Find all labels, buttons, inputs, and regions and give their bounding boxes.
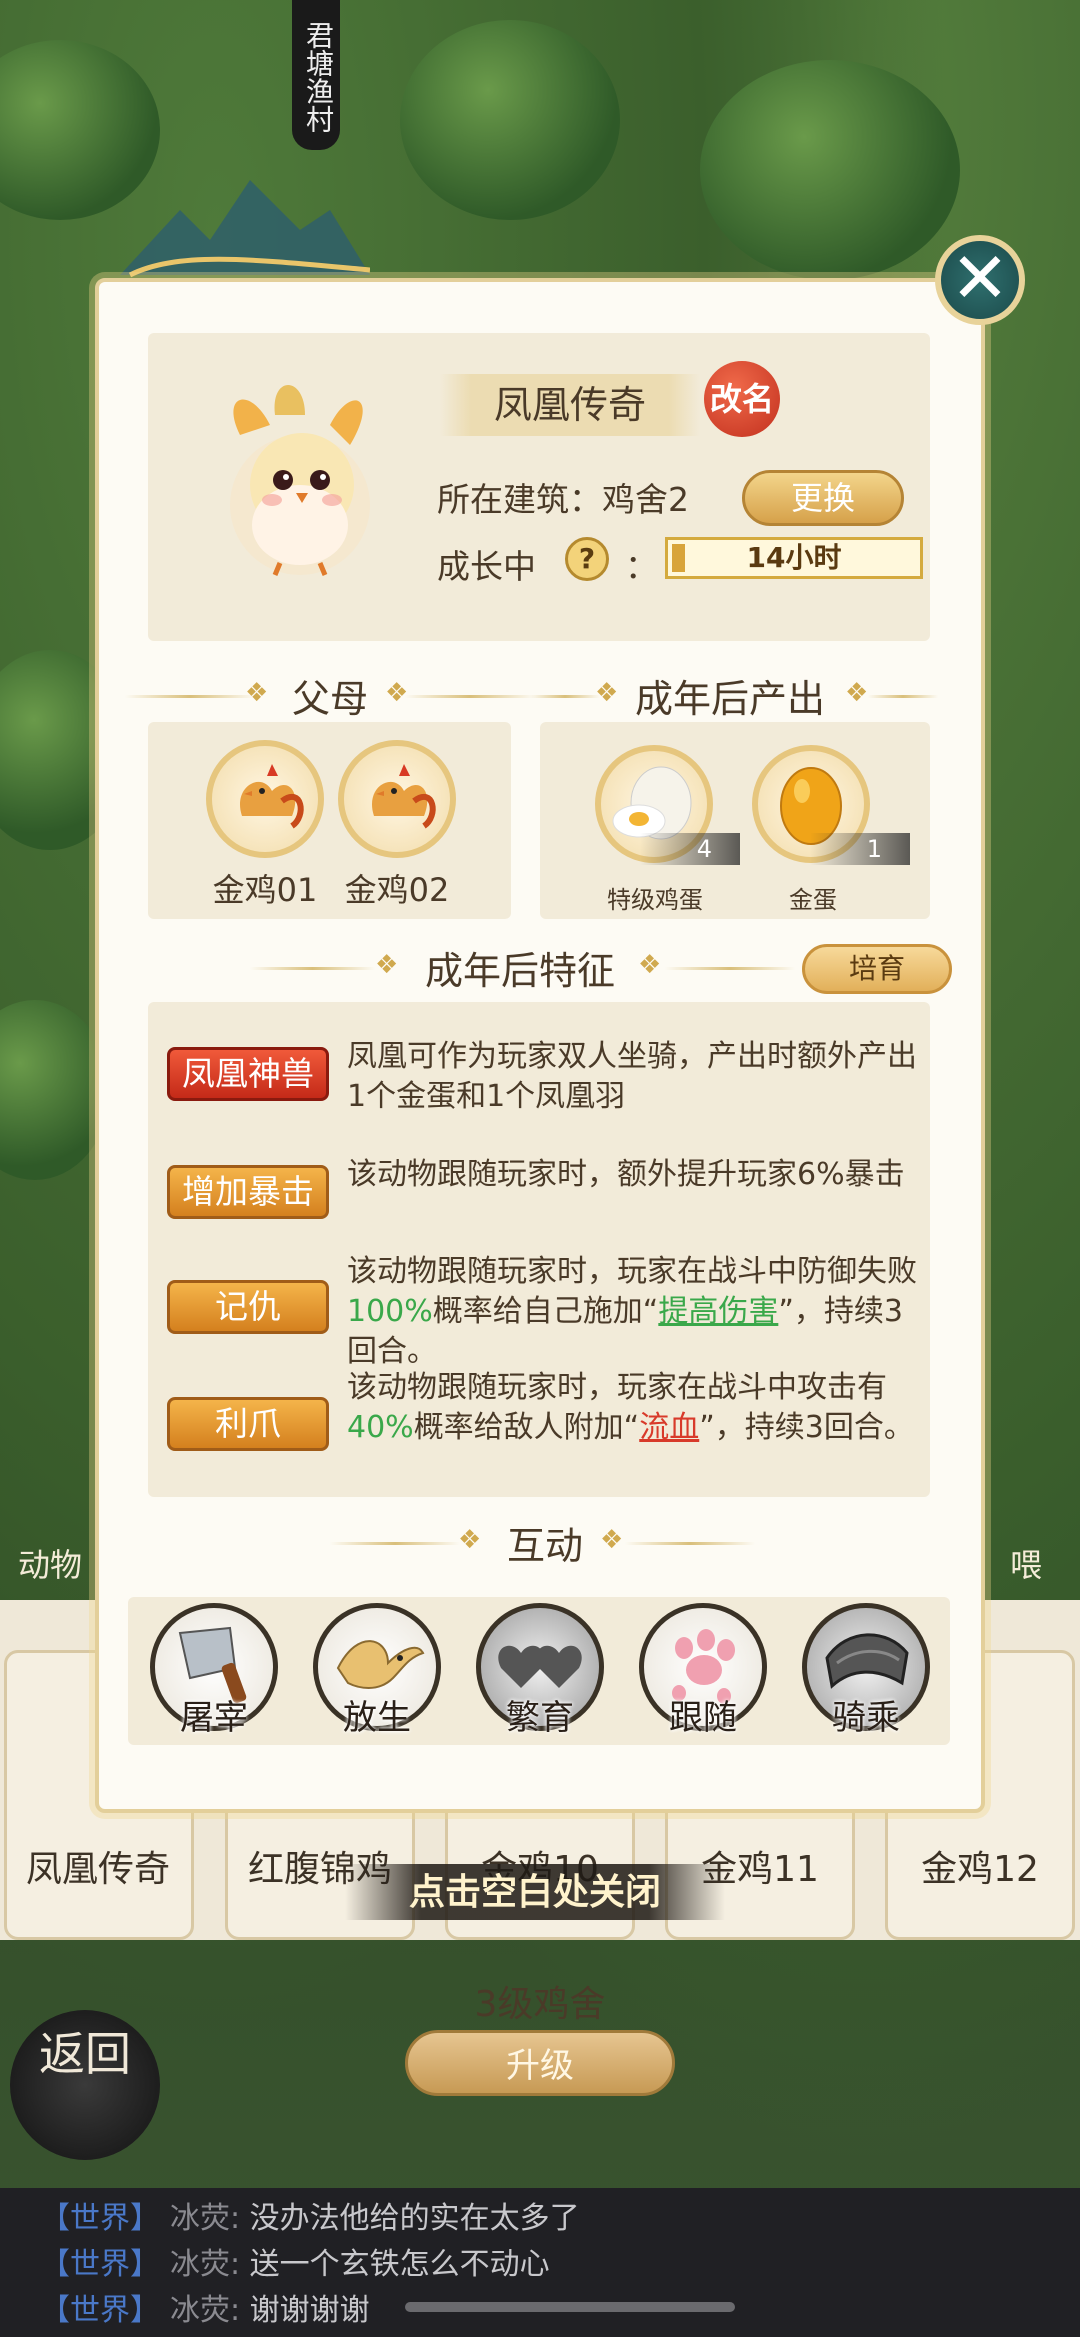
- interact-title: 互动: [506, 1524, 583, 1568]
- close-icon: ✕: [950, 237, 1010, 319]
- rename-button[interactable]: 改名: [704, 361, 780, 437]
- trait-text: 该动物跟随玩家时，玩家在战斗中防御失败: [347, 1254, 917, 1289]
- title-ornament: ❖: [845, 678, 869, 708]
- chat-text: 送一个玄铁怎么不动心: [249, 2247, 550, 2282]
- chat-message: 【世界】 冰荧: 没办法他给的实在太多了: [40, 2196, 1040, 2242]
- growth-status-label: 成长中: [437, 547, 536, 586]
- mountain-ornament: [120, 180, 370, 278]
- world-chat[interactable]: 【世界】 冰荧: 没办法他给的实在太多了 【世界】 冰荧: 送一个玄铁怎么不动心 【…: [0, 2188, 1080, 2337]
- trait-description: 该动物跟随玩家时，额外提升玩家6%暴击: [347, 1157, 905, 1192]
- pet-name: 凤凰传奇: [440, 374, 700, 436]
- upgrade-button[interactable]: 升级: [405, 2030, 675, 2096]
- title-ornament: [330, 1542, 460, 1545]
- back-button[interactable]: 返回: [10, 2010, 160, 2160]
- action-label: 屠宰: [180, 1698, 248, 1738]
- breed-button[interactable]: 培育: [802, 944, 952, 994]
- title-ornament: [625, 1542, 755, 1545]
- tree: [700, 60, 960, 280]
- chat-text: 谢谢谢谢: [249, 2293, 370, 2328]
- trait-percent: 100%: [347, 1294, 433, 1329]
- close-hint: 点击空白处关闭: [345, 1864, 725, 1920]
- building-card-name: 凤凰传奇: [25, 1849, 170, 1890]
- trait-tag[interactable]: 凤凰神兽: [167, 1047, 329, 1101]
- title-ornament: [530, 695, 600, 698]
- title-ornament: [665, 967, 795, 970]
- title-ornament: [868, 695, 938, 698]
- rooster-icon: [239, 764, 304, 829]
- trait-text: ”，持续3回合。: [699, 1410, 914, 1445]
- tree: [400, 20, 620, 220]
- trait-text: 概率给自己施加“: [432, 1294, 659, 1329]
- trait-description: 该动物跟随玩家时，玩家在战斗中攻击有 40%概率给敌人附加“流血”，持续3回合。: [347, 1368, 917, 1448]
- growth-progress-bar: 14小时: [665, 537, 923, 579]
- title-ornament: ❖: [375, 950, 399, 980]
- title-ornament: [250, 967, 375, 970]
- output-count: 4: [640, 833, 740, 865]
- trait-description: 该动物跟随玩家时，玩家在战斗中防御失败100%概率给自己施加“提高伤害”，持续3…: [347, 1252, 917, 1372]
- village-banner: 君塘渔村: [292, 0, 340, 150]
- growth-colon: ：: [625, 547, 658, 586]
- chat-text: 没办法他给的实在太多了: [249, 2201, 580, 2236]
- growth-time-remaining: 14小时: [746, 541, 842, 574]
- trait-tag[interactable]: 利爪: [167, 1397, 329, 1451]
- building-location-label: 所在建筑：鸡舍2: [437, 480, 689, 519]
- title-ornament: ❖: [638, 950, 662, 980]
- chat-channel: 【世界】: [40, 2247, 160, 2282]
- chat-sender: 冰荧:: [170, 2201, 241, 2236]
- building-card-name: 金鸡12: [921, 1849, 1039, 1890]
- output-title: 成年后产出: [634, 677, 825, 721]
- parent-name: 金鸡01: [212, 871, 318, 909]
- title-ornament: [405, 695, 535, 698]
- parent-avatar[interactable]: [338, 740, 456, 858]
- output-count: 1: [810, 833, 910, 865]
- action-label: 骑乘: [832, 1698, 900, 1738]
- trait-text: 该动物跟随玩家时，玩家在战斗中攻击有: [347, 1370, 887, 1405]
- title-ornament: ❖: [245, 678, 269, 708]
- chat-sender: 冰荧:: [170, 2247, 241, 2282]
- title-ornament: ❖: [385, 678, 409, 708]
- close-button[interactable]: ✕: [935, 235, 1025, 325]
- trait-text: 概率给敌人附加“: [413, 1410, 640, 1445]
- traits-title: 成年后特征: [424, 949, 615, 993]
- side-label-left: 动物: [18, 1546, 83, 1584]
- title-ornament: [125, 695, 255, 698]
- chat-message: 【世界】 冰荧: 送一个玄铁怎么不动心: [40, 2242, 1040, 2288]
- parent-name: 金鸡02: [344, 871, 450, 909]
- action-label: 跟随: [669, 1698, 737, 1738]
- rooster-icon: [371, 764, 436, 829]
- output-name: 金蛋: [789, 886, 837, 914]
- action-label: 放生: [343, 1698, 411, 1738]
- output-name: 特级鸡蛋: [607, 886, 703, 914]
- home-indicator[interactable]: [405, 2302, 735, 2312]
- title-ornament: ❖: [458, 1525, 482, 1555]
- change-building-button[interactable]: 更换: [742, 470, 904, 526]
- phoenix-avatar: [230, 385, 370, 576]
- title-ornament: ❖: [600, 1525, 624, 1555]
- chat-sender: 冰荧:: [170, 2293, 241, 2328]
- parents-title: 父母: [291, 677, 368, 721]
- parent-avatar[interactable]: [206, 740, 324, 858]
- trait-percent: 40%: [347, 1410, 414, 1445]
- action-label: 繁育: [506, 1698, 574, 1738]
- help-icon[interactable]: ?: [565, 537, 609, 581]
- shed-level-label: 3级鸡舍: [474, 1984, 606, 2025]
- trait-tag[interactable]: 增加暴击: [167, 1165, 329, 1219]
- title-ornament: ❖: [595, 678, 619, 708]
- effect-link-debuff[interactable]: 流血: [639, 1410, 699, 1445]
- chat-channel: 【世界】: [40, 2201, 160, 2236]
- effect-link-buff[interactable]: 提高伤害: [658, 1294, 778, 1329]
- side-label-right: 喂: [1010, 1546, 1043, 1584]
- trait-tag[interactable]: 记仇: [167, 1280, 329, 1334]
- chat-channel: 【世界】: [40, 2293, 160, 2328]
- trait-description: 凤凰可作为玩家双人坐骑，产出时额外产出1个金蛋和1个凤凰羽: [347, 1039, 917, 1114]
